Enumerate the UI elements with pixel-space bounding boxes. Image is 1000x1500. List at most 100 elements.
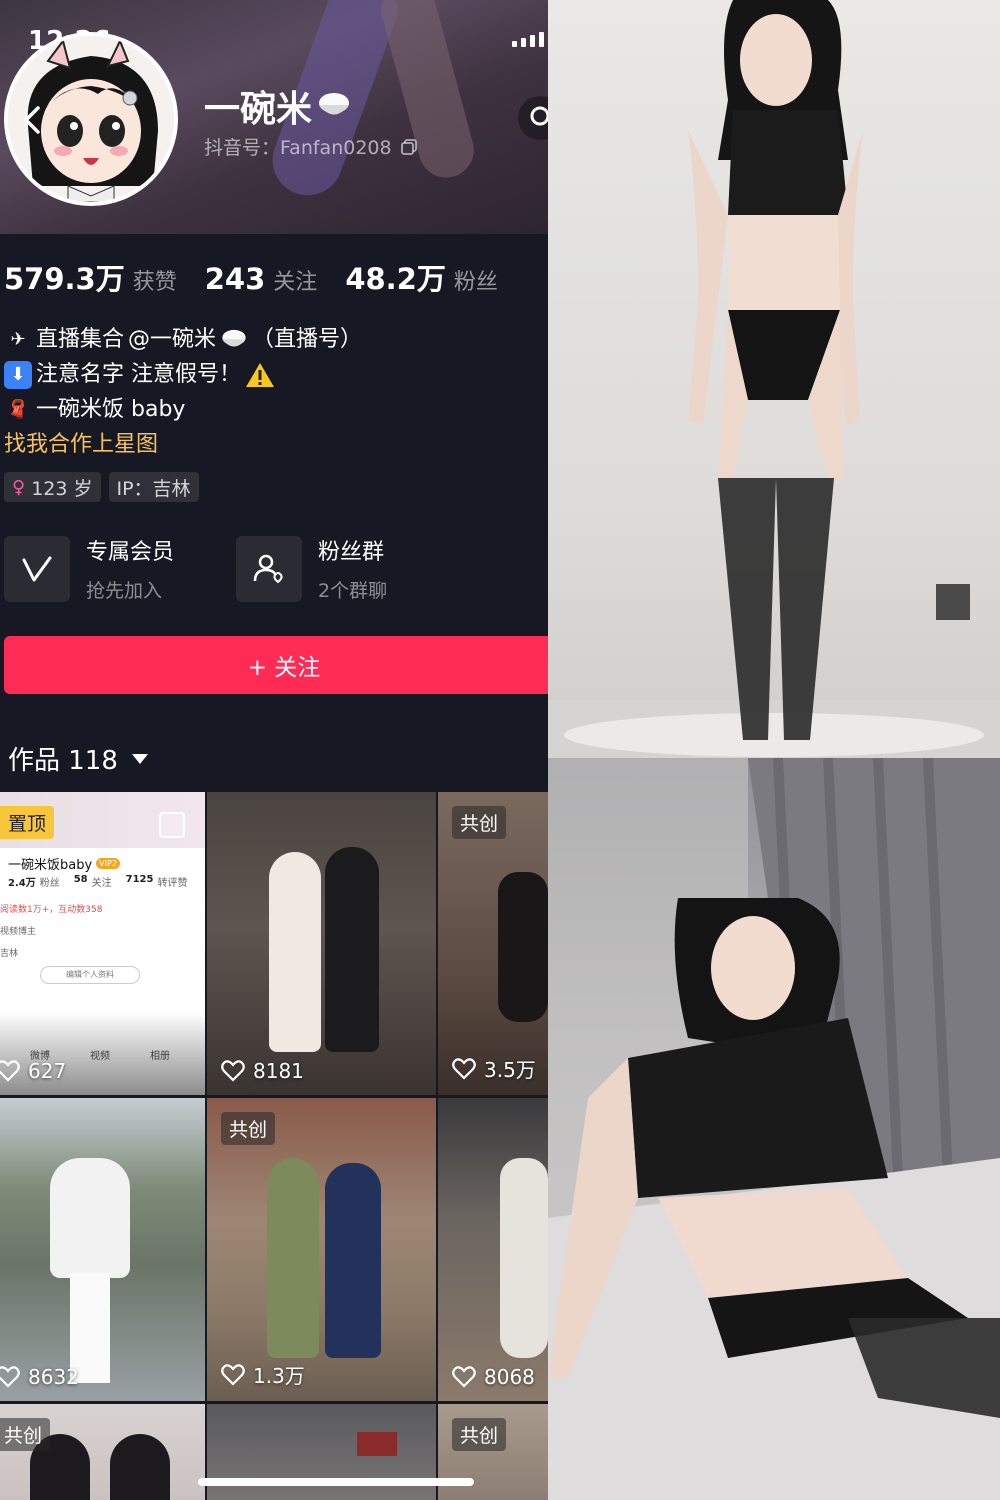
tile-likes-count: 1.3万	[253, 1364, 305, 1388]
down-arrow-icon: ⬇	[4, 360, 32, 389]
scarf-icon: 🧣	[6, 399, 30, 420]
heart-icon	[0, 1060, 20, 1082]
pinned-card-likes: 7125	[125, 874, 154, 885]
profile-tags: ♀ 123 岁 IP：吉林	[4, 472, 199, 502]
vip-badge: VIP2	[96, 858, 120, 869]
douyin-id-row[interactable]: 抖音号：Fanfan0208	[204, 133, 418, 160]
profile-screen: 12:26 一碗米	[0, 0, 548, 1500]
warning-icon	[246, 362, 274, 387]
pinned-card-role: 视频博主	[0, 927, 37, 937]
co-creation-badge: 共创	[0, 1418, 51, 1451]
bio-mention[interactable]: @一碗米	[128, 322, 216, 357]
work-tile[interactable]: 8632	[0, 1098, 205, 1401]
pinned-card-follow: 58	[73, 874, 88, 885]
back-arrow-icon[interactable]	[14, 100, 54, 140]
ip-tag: IP：吉林	[108, 472, 199, 502]
work-tile[interactable]: 共创	[0, 1404, 205, 1500]
feature-row: 专属会员 抢先加入 粉丝群 2个群聊	[4, 534, 544, 603]
fan-group-sub: 2个群聊	[318, 580, 388, 602]
stat-following-num: 243	[204, 262, 266, 296]
co-creation-badge: 共创	[221, 1112, 276, 1145]
stat-following[interactable]: 243 关注	[205, 262, 318, 296]
follow-button[interactable]: + 关注	[4, 636, 548, 694]
pinned-card-fans: 2.4万	[8, 878, 36, 889]
stat-fans[interactable]: 48.2万 粉丝	[345, 256, 498, 298]
home-indicator[interactable]	[198, 1478, 474, 1486]
bio-line-2: ⬇ 注意名字 注意假号！	[4, 357, 362, 392]
work-tile[interactable]: 一碗米饭baby VIP2 2.4万 粉丝 58 关注 7125 转评赞 阅读数…	[0, 792, 205, 1095]
heart-icon	[452, 1057, 476, 1080]
bio-xingtu-link[interactable]: 找我合作上星图	[4, 427, 362, 462]
rice-bowl-icon	[319, 93, 350, 115]
stat-likes[interactable]: 579.3万 获赞	[4, 256, 177, 298]
co-creation-badge: 共创	[452, 806, 507, 839]
pinned-badge: 置顶	[0, 806, 55, 839]
works-tab[interactable]: 作品 118	[8, 740, 148, 777]
tile-likes-count: 8181	[253, 1059, 304, 1083]
age-tag-text: 123 岁	[31, 477, 93, 500]
stat-fans-label: 粉丝	[453, 270, 498, 295]
bio-line-3-text: 一碗米饭 baby	[36, 397, 186, 422]
work-tile[interactable]: 共创 3.5万	[438, 792, 548, 1095]
tile-likes-count: 8632	[28, 1365, 79, 1389]
member-v-icon	[4, 535, 70, 602]
nickname-row: 一碗米	[204, 80, 352, 132]
stat-likes-label: 获赞	[132, 270, 177, 295]
photo-seated	[548, 758, 1000, 1500]
pinned-card-location: 吉林	[0, 949, 19, 959]
membership-entry[interactable]: 专属会员 抢先加入	[4, 534, 234, 603]
work-tile[interactable]: 8181	[207, 792, 436, 1095]
heart-icon	[221, 1060, 245, 1082]
pinned-card-name: 一碗米饭baby	[8, 858, 93, 873]
membership-title: 专属会员	[86, 540, 175, 565]
fan-group-title: 粉丝群	[318, 540, 385, 565]
age-tag: ♀ 123 岁	[4, 472, 101, 502]
tile-likes: 8632	[0, 1365, 79, 1389]
tile-likes: 627	[0, 1059, 66, 1083]
tile-likes-count: 8068	[484, 1365, 535, 1389]
signal-icon	[512, 32, 544, 47]
multi-image-icon	[159, 812, 185, 838]
caret-down-icon	[131, 753, 148, 764]
work-tile[interactable]: 8068	[438, 1098, 548, 1401]
tile-likes: 1.3万	[221, 1360, 305, 1389]
membership-sub: 抢先加入	[86, 580, 163, 602]
pinned-card-fans-label: 粉丝	[39, 878, 60, 889]
heart-icon	[452, 1366, 476, 1388]
copy-icon[interactable]	[400, 138, 418, 156]
female-icon: ♀	[12, 476, 26, 498]
tile-likes: 8068	[452, 1365, 535, 1389]
search-icon[interactable]	[518, 96, 548, 140]
bio-line-1: ✈ 直播集合 @一碗米 （直播号）	[4, 322, 362, 357]
stat-fans-num: 48.2万	[345, 262, 446, 296]
tile-likes-count: 627	[28, 1059, 67, 1083]
work-tile[interactable]: 共创 1.3万	[207, 1098, 436, 1401]
tile-likes: 3.5万	[452, 1054, 536, 1083]
bio-line-1-text: 直播集合	[36, 327, 125, 352]
fan-group-entry[interactable]: 粉丝群 2个群聊	[236, 534, 466, 603]
pinned-card-edit: 编辑个人资料	[40, 966, 140, 984]
bio: ✈ 直播集合 @一碗米 （直播号） ⬇ 注意名字 注意假号！ 🧣 一碗米饭 ba…	[4, 322, 362, 462]
co-creation-badge: 共创	[452, 1418, 507, 1451]
bio-line-2-text: 注意名字 注意假号！	[36, 362, 241, 387]
fan-group-icon	[236, 535, 302, 602]
pinned-card-reads: 阅读数1万+，互动数358	[0, 905, 103, 915]
heart-icon	[0, 1366, 20, 1388]
tile-likes-count: 3.5万	[484, 1058, 536, 1082]
rice-bowl-icon	[222, 329, 246, 347]
bio-line-3: 🧣 一碗米饭 baby	[4, 392, 362, 427]
nickname: 一碗米	[204, 89, 313, 130]
airplane-icon: ✈	[10, 329, 26, 350]
stat-following-label: 关注	[273, 270, 318, 295]
bio-line-1-suffix: （直播号）	[252, 327, 363, 352]
pinned-card-follow-label: 关注	[91, 878, 112, 889]
ip-tag-text: IP：吉林	[116, 477, 191, 500]
pinned-card-likes-label: 转评赞	[157, 878, 188, 889]
stat-likes-num: 579.3万	[4, 262, 125, 296]
photo-standing	[548, 0, 1000, 758]
profile-stats: 579.3万 获赞 243 关注 48.2万 粉丝	[4, 256, 498, 298]
works-label: 作品 118	[8, 746, 118, 776]
tile-likes: 8181	[221, 1059, 304, 1083]
douyin-id: 抖音号：Fanfan0208	[204, 137, 392, 159]
heart-icon	[221, 1363, 245, 1386]
